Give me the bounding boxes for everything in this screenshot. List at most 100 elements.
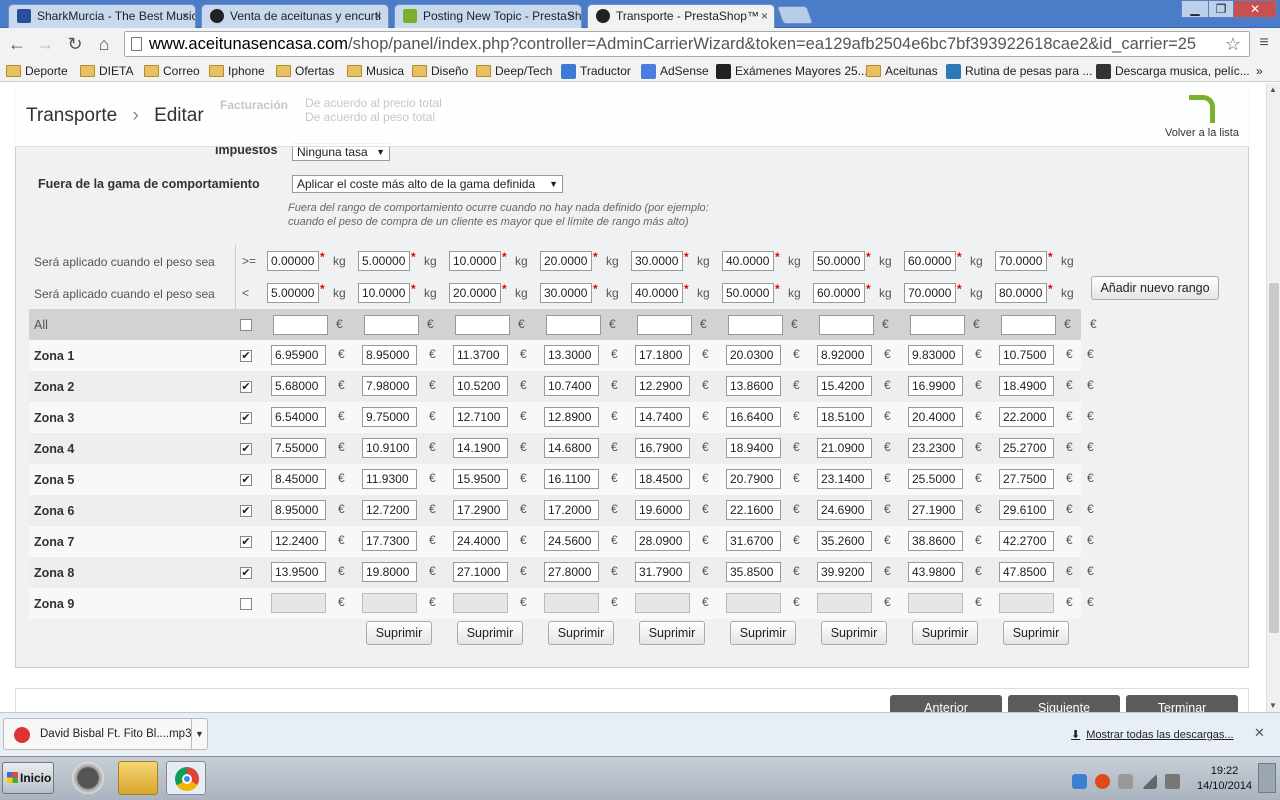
zone-price-input[interactable]: 12.7100	[453, 407, 508, 427]
zone-price-input[interactable]: 39.9200	[817, 562, 872, 582]
zone-price-input[interactable]: 12.8900	[544, 407, 599, 427]
close-tab-icon[interactable]: ×	[182, 5, 189, 27]
zone-price-input[interactable]	[271, 593, 326, 613]
range-to-input[interactable]: 80.0000	[995, 283, 1047, 303]
maximize-button[interactable]: ❐	[1208, 0, 1234, 18]
zone-checkbox[interactable]: ✔	[240, 412, 252, 424]
show-all-downloads-link[interactable]: ⬇ Mostrar todas las descargas...	[1071, 728, 1234, 741]
bookmark-descarga[interactable]: Descarga musica, pelíc...	[1096, 63, 1250, 79]
zone-price-input[interactable]: 15.9500	[453, 469, 508, 489]
zone-price-input[interactable]: 8.92000	[817, 345, 872, 365]
zone-price-input[interactable]: 20.4000	[908, 407, 963, 427]
zone-price-input[interactable]: 13.3000	[544, 345, 599, 365]
chrome-taskbar-button[interactable]	[166, 761, 206, 795]
zone-price-input[interactable]: 18.9400	[726, 438, 781, 458]
zone-price-input[interactable]	[817, 593, 872, 613]
close-tab-icon[interactable]: ×	[568, 5, 575, 27]
all-price-input[interactable]	[819, 315, 874, 335]
show-desktop-button[interactable]	[1258, 763, 1276, 793]
address-bar[interactable]: www.aceitunasencasa.com/shop/panel/index…	[124, 31, 1250, 57]
browser-tab-sharkmurcia[interactable]: SharkMurcia - The Best Music ×	[8, 4, 196, 28]
zone-price-input[interactable]: 11.9300	[362, 469, 417, 489]
zone-price-input[interactable]: 8.95000	[362, 345, 417, 365]
zone-price-input[interactable]	[362, 593, 417, 613]
zone-price-input[interactable]: 6.95900	[271, 345, 326, 365]
delete-range-button[interactable]: Suprimir	[366, 621, 432, 645]
zone-checkbox[interactable]: ✔	[240, 505, 252, 517]
all-price-input[interactable]	[1001, 315, 1056, 335]
reload-icon[interactable]: ↻	[64, 33, 86, 55]
home-icon[interactable]: ⌂	[93, 33, 115, 55]
zone-price-input[interactable]: 19.6000	[635, 500, 690, 520]
zone-price-input[interactable]: 7.98000	[362, 376, 417, 396]
delete-range-button[interactable]: Suprimir	[457, 621, 523, 645]
device-icon[interactable]	[1118, 774, 1133, 789]
range-from-input[interactable]: 50.0000	[813, 251, 865, 271]
delete-range-button[interactable]: Suprimir	[912, 621, 978, 645]
zone-price-input[interactable]: 14.1900	[453, 438, 508, 458]
zone-price-input[interactable]: 35.2600	[817, 531, 872, 551]
all-checkbox[interactable]	[240, 319, 252, 331]
bookmark-diseno[interactable]: Diseño	[412, 63, 468, 79]
forward-arrow-icon[interactable]: →	[34, 33, 56, 55]
zone-checkbox[interactable]: ✔	[240, 381, 252, 393]
all-price-input[interactable]	[364, 315, 419, 335]
volume-icon[interactable]	[1165, 774, 1180, 789]
zone-price-input[interactable]: 16.1100	[544, 469, 599, 489]
zone-price-input[interactable]: 29.6100	[999, 500, 1054, 520]
bookmark-correo[interactable]: Correo	[144, 63, 200, 79]
zone-price-input[interactable]: 10.7400	[544, 376, 599, 396]
zone-price-input[interactable]	[726, 593, 781, 613]
zone-checkbox[interactable]: ✔	[240, 567, 252, 579]
network-icon[interactable]	[1072, 774, 1087, 789]
bookmark-examenes[interactable]: Exámenes Mayores 25...	[716, 63, 868, 79]
all-price-input[interactable]	[728, 315, 783, 335]
range-from-input[interactable]: 5.00000	[358, 251, 410, 271]
bookmark-iphone[interactable]: Iphone	[209, 63, 265, 79]
zone-price-input[interactable]: 12.7200	[362, 500, 417, 520]
antivirus-icon[interactable]	[1095, 774, 1110, 789]
bookmark-rutina[interactable]: Rutina de pesas para ...	[946, 63, 1092, 79]
bookmark-aceitunas[interactable]: Aceitunas	[866, 63, 938, 79]
range-from-input[interactable]: 30.0000	[631, 251, 683, 271]
previous-button[interactable]: Anterior	[890, 695, 1002, 712]
zone-price-input[interactable]: 11.3700	[453, 345, 508, 365]
back-arrow-icon[interactable]: ←	[6, 33, 28, 55]
zone-price-input[interactable]	[908, 593, 963, 613]
bookmark-star-icon[interactable]: ☆	[1225, 32, 1241, 56]
range-from-input[interactable]: 10.0000	[449, 251, 501, 271]
zone-price-input[interactable]: 20.0300	[726, 345, 781, 365]
bookmark-traductor[interactable]: Traductor	[561, 63, 631, 79]
zone-price-input[interactable]: 27.1000	[453, 562, 508, 582]
signal-icon[interactable]	[1142, 774, 1157, 789]
close-tab-icon[interactable]: ×	[375, 5, 382, 27]
browser-tab-transporte[interactable]: Transporte - PrestaShop™ ×	[587, 4, 775, 29]
zone-price-input[interactable]: 9.75000	[362, 407, 417, 427]
page-scrollbar[interactable]: ▲ ▼	[1266, 83, 1280, 712]
breadcrumb-section[interactable]: Transporte	[26, 105, 117, 126]
zone-price-input[interactable]: 12.2400	[271, 531, 326, 551]
chrome-menu-icon[interactable]: ≡	[1256, 33, 1272, 53]
zone-price-input[interactable]: 10.5200	[453, 376, 508, 396]
delete-range-button[interactable]: Suprimir	[639, 621, 705, 645]
zone-price-input[interactable]: 25.5000	[908, 469, 963, 489]
zone-price-input[interactable]: 25.2700	[999, 438, 1054, 458]
zone-price-input[interactable]: 10.9100	[362, 438, 417, 458]
zone-price-input[interactable]: 10.7500	[999, 345, 1054, 365]
new-tab-button[interactable]	[776, 6, 814, 24]
delete-range-button[interactable]: Suprimir	[548, 621, 614, 645]
add-range-button[interactable]: Añadir nuevo rango	[1091, 276, 1219, 300]
out-of-range-select[interactable]: Aplicar el coste más alto de la gama def…	[292, 175, 563, 193]
scroll-thumb[interactable]	[1269, 283, 1279, 633]
zone-price-input[interactable]: 8.95000	[271, 500, 326, 520]
zone-checkbox[interactable]: ✔	[240, 350, 252, 362]
app-icon[interactable]	[68, 761, 108, 795]
browser-tab-posting[interactable]: Posting New Topic - PrestaSh ×	[394, 4, 582, 28]
zone-price-input[interactable]: 42.2700	[999, 531, 1054, 551]
range-from-input[interactable]: 70.0000	[995, 251, 1047, 271]
zone-price-input[interactable]: 47.8500	[999, 562, 1054, 582]
clock[interactable]: 19:22 14/10/2014	[1197, 764, 1252, 794]
range-to-input[interactable]: 50.0000	[722, 283, 774, 303]
delete-range-button[interactable]: Suprimir	[821, 621, 887, 645]
range-from-input[interactable]: 0.00000	[267, 251, 319, 271]
